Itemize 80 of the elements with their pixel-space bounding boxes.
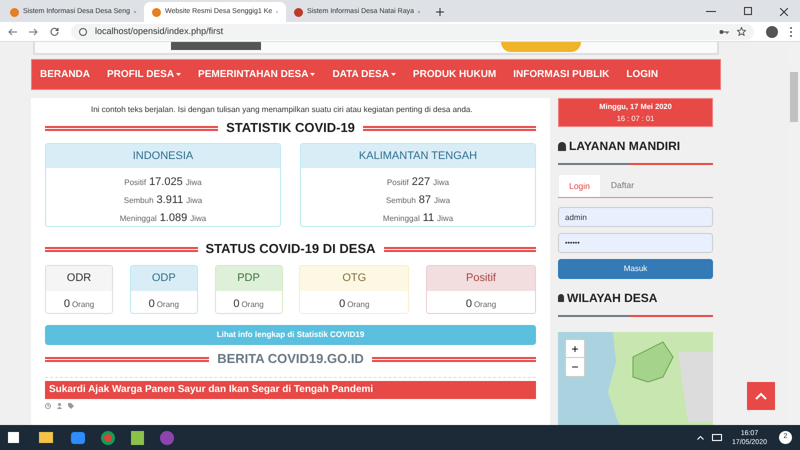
nav-link[interactable]: PRODUK HUKUM bbox=[412, 67, 496, 82]
chevron-up-icon[interactable] bbox=[696, 436, 704, 440]
widget-title: WILAYAH DESA bbox=[567, 290, 658, 307]
status-label: ODP bbox=[130, 266, 197, 291]
address-bar[interactable]: localhost/opensid/index.php/first bbox=[71, 24, 754, 40]
section-title: BERITA COVID19.GO.ID bbox=[217, 350, 364, 368]
scrollbar-thumb[interactable] bbox=[790, 72, 798, 122]
status-value: 0 bbox=[339, 297, 346, 312]
info-icon bbox=[79, 28, 87, 36]
stat-label: Positif bbox=[386, 177, 409, 189]
site-icon bbox=[10, 8, 19, 16]
chevron-up-icon bbox=[755, 392, 767, 400]
status-value: 0 bbox=[466, 297, 472, 312]
info-button[interactable]: Lihat info lengkap di Statistik COVID19 bbox=[45, 325, 536, 345]
stat-value: 17.025 bbox=[149, 175, 183, 190]
restore-icon[interactable] bbox=[744, 7, 752, 15]
zoom-in-button[interactable]: + bbox=[566, 340, 584, 358]
stat-value: 227 bbox=[412, 175, 430, 190]
stat-value: 1.089 bbox=[160, 211, 188, 226]
login-tab[interactable]: Daftar bbox=[601, 174, 644, 197]
stat-value: 3.911 bbox=[156, 193, 184, 208]
status-label: OTG bbox=[300, 266, 408, 291]
back-to-top-button[interactable] bbox=[747, 382, 775, 410]
status-unit: Orang bbox=[72, 299, 94, 311]
caret-icon bbox=[176, 73, 182, 76]
login-button[interactable]: Masuk bbox=[558, 259, 713, 279]
profile-icon[interactable] bbox=[766, 26, 778, 38]
stat-label: Meninggal bbox=[120, 213, 157, 225]
status-unit: Orang bbox=[241, 299, 264, 311]
close-icon[interactable] bbox=[780, 8, 788, 16]
key-icon[interactable] bbox=[719, 28, 729, 34]
status-label: ODR bbox=[46, 266, 112, 291]
region-name: INDONESIA bbox=[46, 144, 280, 168]
stat-label: Positif bbox=[124, 177, 146, 189]
stat-unit: Jiwa bbox=[433, 177, 450, 189]
status-unit: Orang bbox=[156, 299, 179, 311]
marquee-text: Ini contoh teks berjalan. Isi dengan tulisan yang menampilkan suatu ciri atau kegiatan penting di desa anda. bbox=[90, 104, 474, 116]
star-icon[interactable] bbox=[737, 27, 746, 36]
status-label: PDP bbox=[216, 266, 282, 291]
reload-icon[interactable] bbox=[50, 27, 59, 36]
section-title: STATISTIK COVID-19 bbox=[226, 119, 355, 138]
new-tab-icon[interactable] bbox=[436, 8, 444, 16]
nav-link[interactable]: DATA DESA bbox=[332, 67, 396, 82]
site-icon bbox=[152, 8, 161, 16]
stat-value: 87 bbox=[418, 193, 432, 208]
nav-link[interactable]: PROFIL DESA bbox=[107, 67, 182, 82]
nav-link[interactable]: LOGIN bbox=[626, 67, 658, 82]
region-name: KALIMANTAN TENGAH bbox=[301, 144, 535, 168]
site-icon bbox=[294, 8, 303, 16]
caret-icon bbox=[390, 73, 396, 76]
back-icon[interactable] bbox=[8, 28, 17, 36]
login-tab[interactable]: Login bbox=[558, 174, 601, 197]
stat-unit: Jiwa bbox=[186, 177, 202, 189]
status-unit: Orang bbox=[347, 299, 370, 311]
caret-icon bbox=[310, 73, 316, 76]
url-text: localhost/opensid/index.php/first bbox=[95, 24, 224, 38]
status-label: Positif bbox=[427, 266, 535, 291]
stat-value: 11 bbox=[422, 211, 434, 226]
stat-unit: Jiwa bbox=[190, 213, 206, 225]
stat-label: Sembuh bbox=[124, 195, 154, 207]
nav-link[interactable]: INFORMASI PUBLIK bbox=[513, 67, 610, 82]
stat-unit: Jiwa bbox=[186, 195, 202, 207]
status-value: 0 bbox=[148, 297, 155, 312]
news-headline[interactable]: Sukardi Ajak Warga Panen Sayur dan Ikan Segar di Tengah Pandemi bbox=[45, 381, 536, 399]
nav-link[interactable]: BERANDA bbox=[40, 67, 90, 82]
stat-unit: Jiwa bbox=[434, 195, 450, 207]
nav-link[interactable]: PEMERINTAHAN DESA bbox=[198, 67, 316, 82]
clock-icon bbox=[45, 403, 51, 409]
zoom-out-button[interactable]: − bbox=[566, 358, 584, 376]
section-title: STATUS COVID-19 DI DESA bbox=[206, 240, 376, 258]
status-value: 0 bbox=[233, 297, 240, 312]
status-value: 0 bbox=[64, 297, 70, 312]
status-unit: Orang bbox=[474, 299, 496, 311]
username-field[interactable]: admin bbox=[558, 207, 713, 227]
stat-label: Sembuh bbox=[386, 195, 416, 207]
forward-icon[interactable] bbox=[29, 28, 38, 36]
stat-unit: Jiwa bbox=[437, 213, 454, 225]
widget-title: LAYANAN MANDIRI bbox=[569, 138, 680, 155]
tag-icon bbox=[68, 403, 74, 409]
stat-label: Meninggal bbox=[382, 213, 420, 225]
